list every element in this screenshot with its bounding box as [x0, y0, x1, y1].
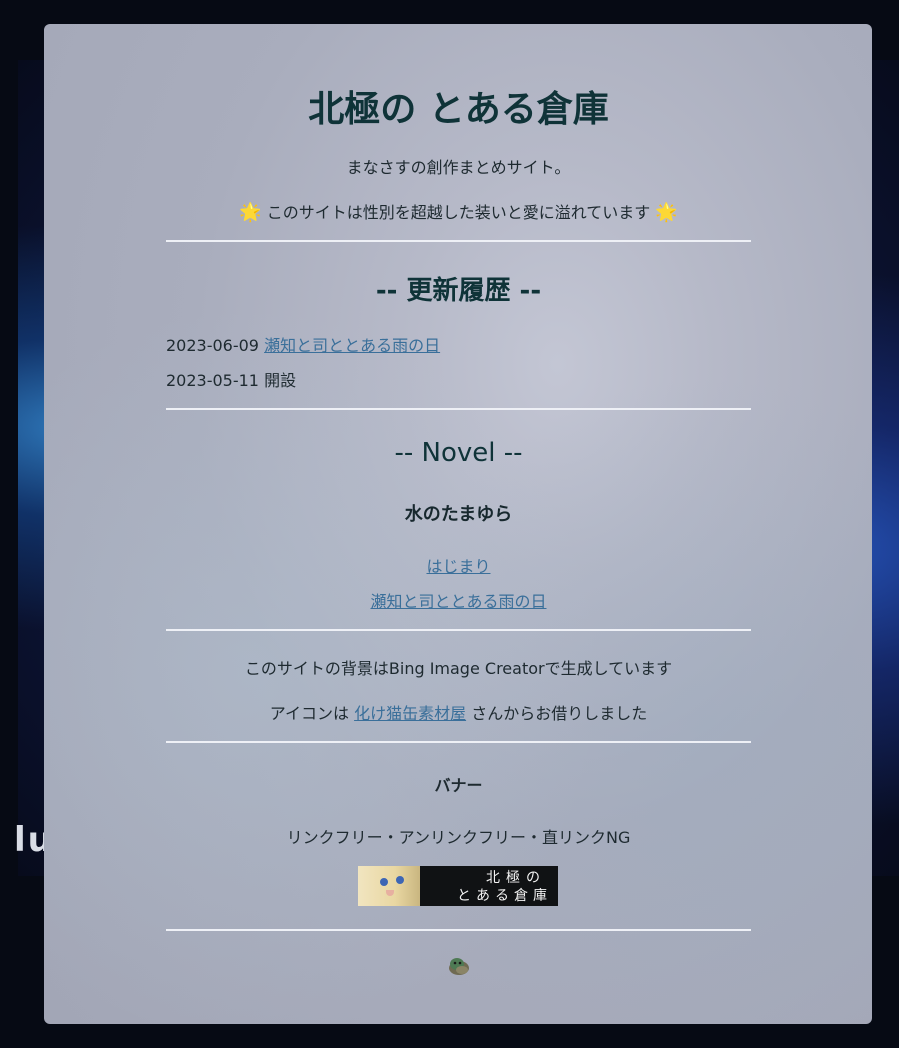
site-title: 北極の とある倉庫	[308, 89, 609, 130]
site-banner-image[interactable]: 北極の とある倉庫	[358, 866, 558, 906]
novel-link-row: はじまり	[166, 553, 751, 577]
banner-eye	[380, 878, 388, 886]
novel-link-hajimari[interactable]: はじまり	[426, 557, 490, 576]
content-card: 北極の とある倉庫 まなさすの創作まとめサイト。 🌟 このサイトは性別を超越した…	[44, 24, 872, 1024]
update-date: 2023-05-11	[166, 371, 259, 390]
background-credit: このサイトの背景はBing Image Creatorで生成しています	[244, 659, 673, 678]
update-item: 2023-06-09 瀬知と司ととある雨の日	[166, 332, 751, 356]
sun-icon-left: 🌟	[239, 202, 262, 223]
icon-credit-prefix: アイコンは	[269, 704, 349, 723]
divider	[166, 741, 751, 743]
update-date: 2023-06-09	[166, 336, 259, 355]
series-title: 水のたまゆら	[404, 504, 513, 525]
divider	[166, 240, 751, 242]
icon-credit-suffix: さんからお借りしました	[471, 704, 648, 723]
tagline: まなさすの創作まとめサイト。	[346, 158, 571, 177]
icon-credit: アイコンは 化け猫缶素材屋 さんからお借りしました	[166, 700, 751, 724]
updates-heading: -- 更新履歴 --	[375, 276, 542, 306]
divider	[166, 929, 751, 931]
sun-icon-right: 🌟	[655, 202, 678, 223]
novel-link-row: 瀬知と司ととある雨の日	[166, 588, 751, 612]
icon-credit-link[interactable]: 化け猫缶素材屋	[354, 704, 466, 723]
update-item: 2023-05-11 開設	[166, 367, 751, 391]
cat-icon	[449, 958, 469, 975]
banner-eye	[396, 876, 404, 884]
banner-heading: バナー	[434, 776, 483, 795]
update-text: 開設	[264, 371, 297, 390]
novel-link-rainy-day[interactable]: 瀬知と司ととある雨の日	[370, 592, 546, 611]
banner-text-line1: 北極の	[486, 870, 546, 886]
notice-text: このサイトは性別を超越した装いと愛に溢れています	[266, 203, 651, 222]
banner-text-line2: とある倉庫	[457, 888, 552, 904]
notice-line: 🌟 このサイトは性別を超越した装いと愛に溢れています 🌟	[166, 199, 751, 223]
divider	[166, 408, 751, 410]
banner-character-face	[358, 866, 420, 906]
divider	[166, 629, 751, 631]
novel-heading: -- Novel --	[394, 438, 523, 468]
banner-policy: リンクフリー・アンリンクフリー・直リンクNG	[286, 828, 631, 847]
update-link-rainy-day[interactable]: 瀬知と司ととある雨の日	[264, 336, 440, 355]
